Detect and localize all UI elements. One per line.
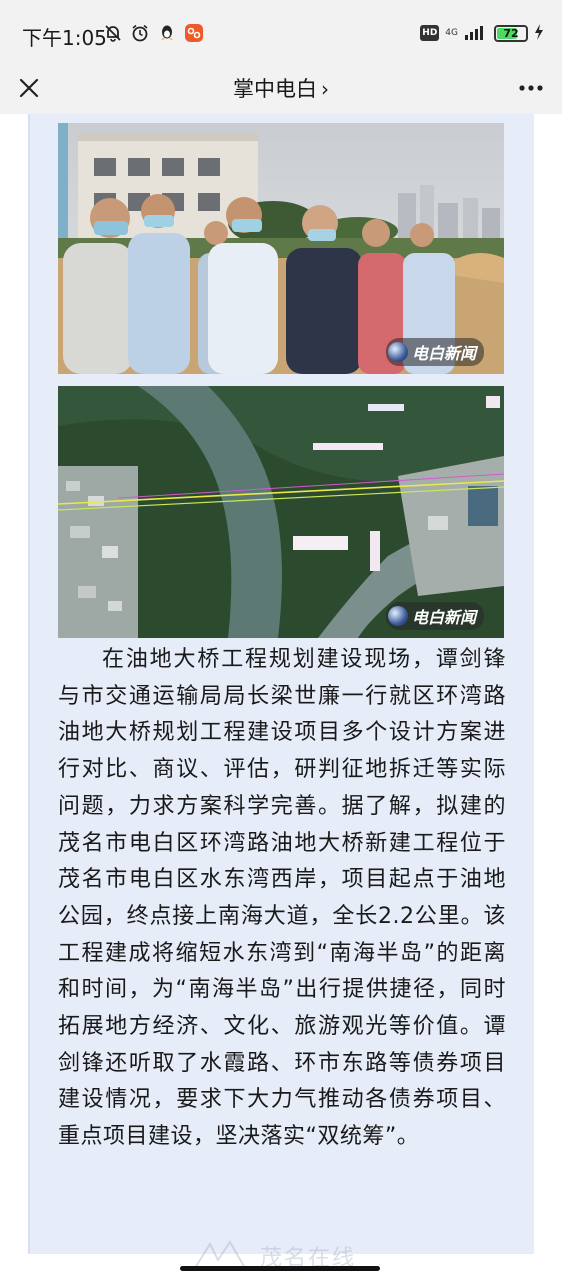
aerial-plan-photo[interactable]: 电白新闻 (58, 386, 504, 638)
news-logo-icon (387, 342, 408, 362)
status-time: 下午1:05 (22, 26, 107, 50)
status-bar: 下午1:05 HD 4G 72 (0, 0, 562, 62)
battery-percent: 72 (503, 26, 519, 40)
more-icon[interactable] (516, 76, 546, 100)
app-badge-icon (184, 23, 204, 43)
article-paragraph: 在油地大桥工程规划建设现场，谭剑锋与市交通运输局局长梁世廉一行就区环湾路油地大桥… (58, 647, 506, 1150)
news-watermark-text: 电白新闻 (411, 344, 476, 363)
home-indicator[interactable] (180, 1266, 380, 1271)
card-border (28, 114, 30, 1254)
status-system-icons: HD 4G 72 (420, 23, 544, 43)
page-title-text: 掌中电白 (233, 77, 317, 101)
news-watermark-text: 电白新闻 (411, 608, 476, 627)
charging-icon (534, 23, 544, 43)
site-inspection-photo[interactable]: 电白新闻 (58, 123, 504, 374)
chevron-right-icon: › (321, 77, 329, 101)
nav-bar: 掌中电白 › (0, 62, 562, 114)
news-watermark: 电白新闻 (385, 602, 484, 630)
status-notification-icons (103, 23, 204, 43)
news-watermark: 电白新闻 (385, 338, 484, 366)
news-logo-icon (387, 606, 408, 626)
hd-badge: HD (420, 25, 440, 41)
battery-indicator: 72 (494, 24, 528, 42)
network-type: 4G (445, 27, 458, 38)
qq-penguin-icon (157, 23, 177, 43)
page-title[interactable]: 掌中电白 › (0, 73, 562, 103)
alarm-icon (130, 23, 150, 43)
signal-icon (464, 23, 488, 43)
mute-bell-icon (103, 23, 123, 43)
